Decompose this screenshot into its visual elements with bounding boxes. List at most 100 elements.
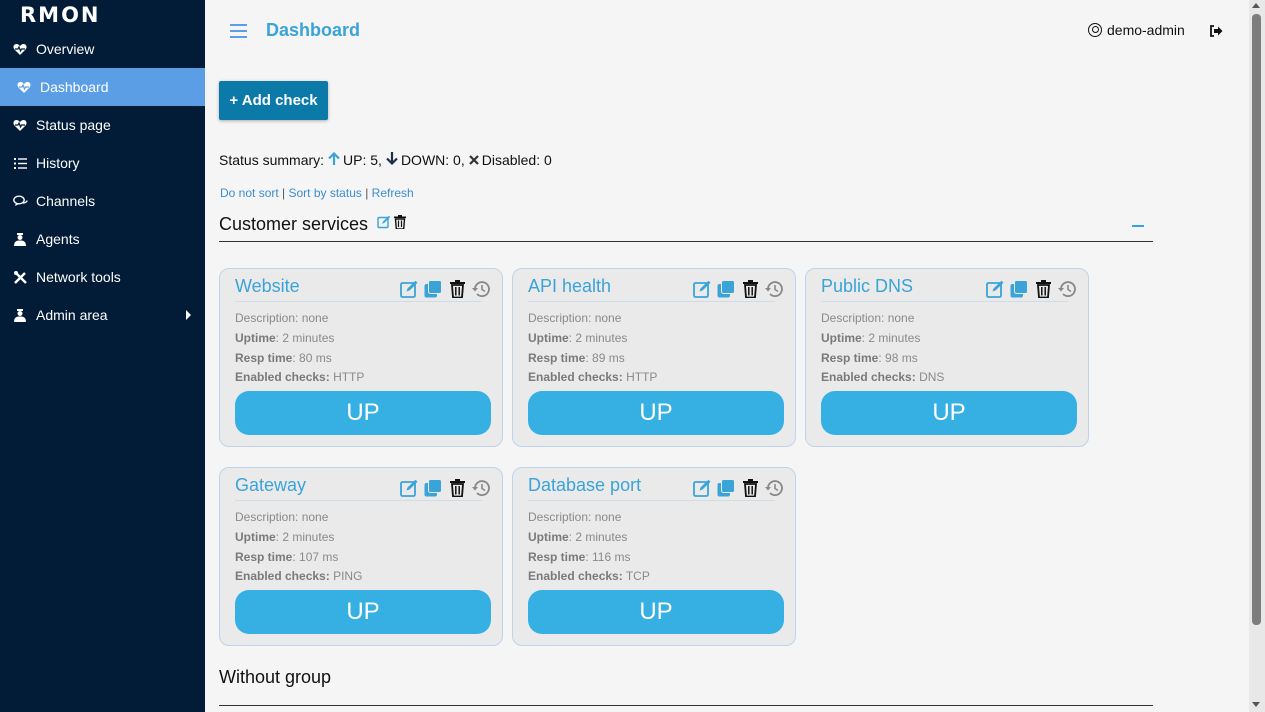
admin-icon xyxy=(12,307,28,323)
copy-icon[interactable] xyxy=(716,279,736,299)
sidebar-item-overview[interactable]: Overview xyxy=(0,30,205,68)
menu-toggle-icon[interactable] xyxy=(230,24,247,40)
separator: | xyxy=(278,186,289,200)
description-value: none xyxy=(594,311,622,325)
arrow-down-icon xyxy=(386,152,398,168)
status-up-button[interactable]: UP xyxy=(528,590,784,634)
refresh-link[interactable]: Refresh xyxy=(372,186,414,200)
delete-icon[interactable] xyxy=(447,279,467,299)
status-up-button[interactable]: UP xyxy=(235,590,491,634)
scroll-down-icon[interactable] xyxy=(1252,702,1260,707)
check-name[interactable]: Website xyxy=(235,276,300,297)
collapse-group-icon[interactable] xyxy=(1132,225,1144,227)
copy-icon[interactable] xyxy=(423,478,443,498)
check-name[interactable]: API health xyxy=(528,276,611,297)
sidebar-item-channels[interactable]: Channels xyxy=(0,182,205,220)
description-label: Description: xyxy=(821,311,885,325)
sidebar-item-label: Status page xyxy=(36,117,111,133)
enabled-checks-label: Enabled checks: xyxy=(235,370,330,385)
sidebar-item-network-tools[interactable]: Network tools xyxy=(0,258,205,296)
add-check-button[interactable]: + Add check xyxy=(219,81,328,120)
enabled-checks-value: DNS xyxy=(919,370,945,385)
card-divider xyxy=(235,301,482,302)
chevron-right-icon xyxy=(186,310,191,320)
summary-prefix: Status summary: xyxy=(219,152,325,168)
list-icon xyxy=(12,155,28,171)
check-card: Gateway Description: none Uptime: 2 minu… xyxy=(219,467,503,646)
check-name[interactable]: Public DNS xyxy=(821,276,913,297)
check-name[interactable]: Gateway xyxy=(235,475,306,496)
sidebar-item-status-page[interactable]: Status page xyxy=(0,106,205,144)
sidebar-item-dashboard[interactable]: Dashboard xyxy=(0,68,205,106)
description-value: none xyxy=(594,510,622,524)
check-actions xyxy=(985,279,1077,299)
user-menu[interactable]: demo-admin xyxy=(1088,22,1185,38)
enabled-checks-value: HTTP xyxy=(333,370,365,385)
scroll-up-icon[interactable] xyxy=(1252,3,1260,8)
enabled-checks-label: Enabled checks: xyxy=(528,569,623,584)
delete-icon[interactable] xyxy=(740,279,760,299)
history-icon[interactable] xyxy=(471,478,491,498)
enabled-checks-value: HTTP xyxy=(626,370,658,385)
chat-icon xyxy=(12,193,28,209)
delete-group-icon[interactable] xyxy=(393,215,406,234)
delete-icon[interactable] xyxy=(1033,279,1053,299)
resp-time-value: : 80 ms xyxy=(292,350,332,365)
history-icon[interactable] xyxy=(764,279,784,299)
sort-by-status-link[interactable]: Sort by status xyxy=(289,186,362,200)
check-name[interactable]: Database port xyxy=(528,475,641,496)
status-up-button[interactable]: UP xyxy=(821,391,1077,435)
card-divider xyxy=(528,301,775,302)
history-icon[interactable] xyxy=(1057,279,1077,299)
enabled-checks-value: PING xyxy=(333,569,363,584)
status-up-button[interactable]: UP xyxy=(528,391,784,435)
edit-icon[interactable] xyxy=(399,478,419,498)
edit-icon[interactable] xyxy=(692,478,712,498)
status-summary: Status summary: UP: 5, DOWN: 0, Disabled… xyxy=(219,151,552,168)
card-divider xyxy=(528,500,775,501)
edit-icon[interactable] xyxy=(985,279,1005,299)
separator: | xyxy=(361,186,372,200)
tools-icon xyxy=(12,269,28,285)
check-info: Description: none Uptime: 2 minutes Resp… xyxy=(528,508,650,587)
summary-up-count: UP: 5, xyxy=(343,152,382,168)
uptime-label: Uptime xyxy=(235,529,276,544)
description-label: Description: xyxy=(235,510,299,524)
copy-icon[interactable] xyxy=(423,279,443,299)
check-info: Description: none Uptime: 2 minutes Resp… xyxy=(235,309,364,388)
edit-icon[interactable] xyxy=(399,279,419,299)
history-icon[interactable] xyxy=(764,478,784,498)
scrollbar-thumb[interactable] xyxy=(1252,14,1261,625)
do-not-sort-link[interactable]: Do not sort xyxy=(220,186,279,200)
uptime-label: Uptime xyxy=(528,330,569,345)
sidebar-item-label: Dashboard xyxy=(40,79,109,95)
edit-group-icon[interactable] xyxy=(376,215,391,234)
sidebar-nav: Overview Dashboard Status page History C… xyxy=(0,30,205,334)
logout-icon[interactable] xyxy=(1209,24,1223,38)
resp-time-label: Resp time xyxy=(528,549,586,564)
sidebar-item-agents[interactable]: Agents xyxy=(0,220,205,258)
sidebar: RMON Overview Dashboard Status page Hist… xyxy=(0,0,205,712)
sidebar-item-history[interactable]: History xyxy=(0,144,205,182)
check-actions xyxy=(399,478,491,498)
sidebar-item-admin-area[interactable]: Admin area xyxy=(0,296,205,334)
uptime-label: Uptime xyxy=(821,330,862,345)
copy-icon[interactable] xyxy=(1009,279,1029,299)
copy-icon[interactable] xyxy=(716,478,736,498)
description-value: none xyxy=(887,311,915,325)
group-name: Without group xyxy=(219,667,332,687)
heartbeat-icon xyxy=(12,41,28,57)
check-actions xyxy=(692,478,784,498)
status-up-button[interactable]: UP xyxy=(235,391,491,435)
uptime-value: : 2 minutes xyxy=(275,529,335,544)
app-logo[interactable]: RMON xyxy=(0,0,205,30)
edit-icon[interactable] xyxy=(692,279,712,299)
enabled-checks-label: Enabled checks: xyxy=(528,370,623,385)
username: demo-admin xyxy=(1107,22,1185,38)
description-value: none xyxy=(301,510,329,524)
resp-time-value: : 107 ms xyxy=(292,549,339,564)
sidebar-item-label: Channels xyxy=(36,193,96,209)
delete-icon[interactable] xyxy=(740,478,760,498)
history-icon[interactable] xyxy=(471,279,491,299)
delete-icon[interactable] xyxy=(447,478,467,498)
